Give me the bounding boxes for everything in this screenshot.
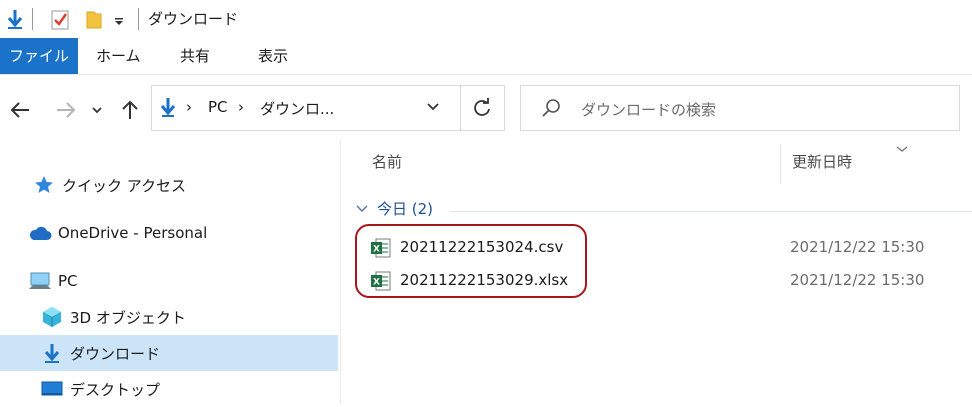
- nav-onedrive[interactable]: OneDrive - Personal: [0, 215, 338, 251]
- sort-chevron-icon: [895, 140, 909, 158]
- download-arrow-icon: [40, 342, 64, 364]
- breadcrumb-downloads[interactable]: ダウンロ...: [260, 98, 334, 119]
- search-placeholder: ダウンロードの検索: [581, 101, 717, 119]
- forward-arrow-icon: [57, 102, 76, 118]
- nav-quick-access[interactable]: クイック アクセス: [0, 167, 338, 203]
- up-arrow-icon: [122, 100, 138, 119]
- chevron-down-icon: [427, 103, 439, 111]
- star-icon: [32, 174, 56, 196]
- properties-icon[interactable]: [50, 8, 70, 30]
- back-arrow-icon: [10, 102, 29, 118]
- ribbon-tabs: ファイル ホーム 共有 表示: [0, 38, 972, 75]
- refresh-icon: [474, 98, 490, 116]
- nav-label: クイック アクセス: [62, 176, 187, 195]
- breadcrumb-pc[interactable]: PC: [208, 98, 228, 116]
- tab-home[interactable]: ホーム: [78, 38, 159, 74]
- back-button[interactable]: [8, 96, 32, 124]
- address-divider: [460, 86, 461, 130]
- download-arrow-icon[interactable]: [6, 8, 24, 30]
- tab-file[interactable]: ファイル: [0, 38, 79, 74]
- file-modified: 2021/12/22 15:30: [790, 271, 925, 289]
- window-title: ダウンロード: [148, 10, 239, 28]
- chevron-down-icon: [356, 205, 368, 212]
- chevron-down-icon: [92, 107, 102, 114]
- nav-label: 3D オブジェクト: [70, 308, 186, 327]
- nav-pc[interactable]: PC: [0, 263, 338, 299]
- nav-label: OneDrive - Personal: [58, 224, 208, 242]
- title-bar: ダウンロード: [0, 0, 972, 38]
- nav-label: ダウンロード: [70, 344, 161, 363]
- address-dropdown-button[interactable]: [426, 100, 440, 118]
- tab-share[interactable]: 共有: [162, 38, 228, 74]
- file-modified: 2021/12/22 15:30: [790, 238, 925, 256]
- address-bar[interactable]: › PC › ダウンロ...: [151, 85, 505, 131]
- breadcrumb-separator: ›: [238, 98, 244, 116]
- group-label: 今日 (2): [377, 200, 434, 218]
- column-header-modified[interactable]: 更新日時: [792, 140, 852, 184]
- search-box[interactable]: ダウンロードの検索: [520, 85, 960, 131]
- highlight-annotation: [355, 224, 587, 298]
- nav-desktop[interactable]: デスクトップ: [0, 371, 338, 407]
- toolbar-separator: [32, 8, 33, 30]
- nav-label: PC: [58, 272, 78, 290]
- tab-view[interactable]: 表示: [240, 38, 306, 74]
- refresh-button[interactable]: [472, 98, 492, 122]
- customize-dropdown-icon[interactable]: [113, 8, 125, 30]
- nav-downloads[interactable]: ダウンロード: [0, 335, 338, 371]
- up-button[interactable]: [118, 96, 142, 124]
- download-arrow-icon: [160, 96, 176, 122]
- column-header-name[interactable]: 名前: [372, 140, 402, 184]
- search-icon: [541, 98, 561, 122]
- group-rule: [450, 211, 972, 212]
- cloud-icon: [28, 222, 52, 244]
- recent-locations-button[interactable]: [88, 96, 106, 124]
- breadcrumb-separator: ›: [186, 98, 192, 116]
- nav-3d-objects[interactable]: 3D オブジェクト: [0, 299, 338, 335]
- computer-icon: [28, 270, 52, 292]
- pane-divider: [340, 140, 341, 404]
- cube-icon: [40, 306, 64, 328]
- forward-button[interactable]: [54, 96, 78, 124]
- new-folder-icon[interactable]: [84, 8, 104, 30]
- column-divider[interactable]: [780, 144, 781, 184]
- toolbar-separator: [138, 8, 139, 30]
- group-header-today[interactable]: 今日 (2): [355, 198, 433, 219]
- desktop-icon: [40, 378, 64, 400]
- nav-label: デスクトップ: [70, 380, 161, 399]
